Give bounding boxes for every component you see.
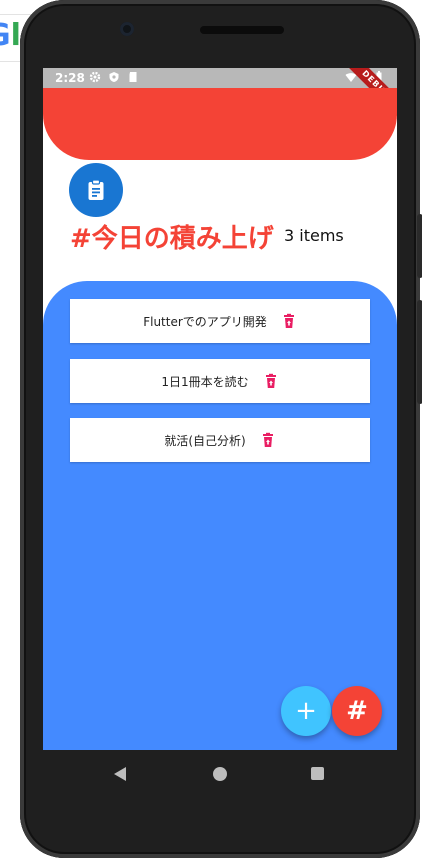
- status-time: 2:28: [55, 71, 85, 85]
- front-camera: [120, 22, 134, 36]
- item-count: 3 items: [284, 226, 344, 245]
- power-button: [417, 214, 422, 278]
- recent-square-icon[interactable]: [311, 767, 324, 780]
- hashtag-fab[interactable]: #: [332, 686, 382, 736]
- hash-icon: #: [346, 696, 368, 726]
- task-label: 就活(自己分析): [164, 433, 246, 448]
- add-icon: +: [295, 696, 317, 726]
- task-label: 1日1冊本を読む: [161, 374, 249, 389]
- add-task-fab[interactable]: +: [281, 686, 331, 736]
- back-triangle-icon[interactable]: [113, 766, 127, 782]
- task-card[interactable]: 1日1冊本を読む: [70, 359, 370, 403]
- clipboard-avatar-button[interactable]: [69, 163, 123, 217]
- earpiece-speaker: [200, 26, 284, 34]
- sd-card-icon: [127, 71, 139, 83]
- app-screen: 2:28 DEBUG #今日の積み上げ 3 items Flutterでのアプリ…: [43, 68, 397, 750]
- settings-icon: [89, 71, 101, 83]
- task-list-panel: [43, 281, 397, 750]
- delete-icon[interactable]: [263, 373, 279, 389]
- home-circle-icon[interactable]: [213, 767, 227, 781]
- page-title: #今日の積み上げ: [70, 224, 274, 254]
- task-card[interactable]: 就活(自己分析): [70, 418, 370, 462]
- delete-icon[interactable]: [260, 432, 276, 448]
- shield-icon: [108, 71, 120, 83]
- clipboard-icon: [88, 179, 104, 200]
- status-bar: 2:28 DEBUG: [43, 68, 397, 121]
- task-card[interactable]: Flutterでのアプリ開発: [70, 299, 370, 343]
- phone-top-bezel: [42, 0, 398, 68]
- header-red-banner: [43, 88, 397, 160]
- delete-icon[interactable]: [281, 313, 297, 329]
- android-navigation-bar: [43, 750, 397, 798]
- task-label: Flutterでのアプリ開発: [143, 314, 267, 329]
- volume-button: [417, 300, 422, 404]
